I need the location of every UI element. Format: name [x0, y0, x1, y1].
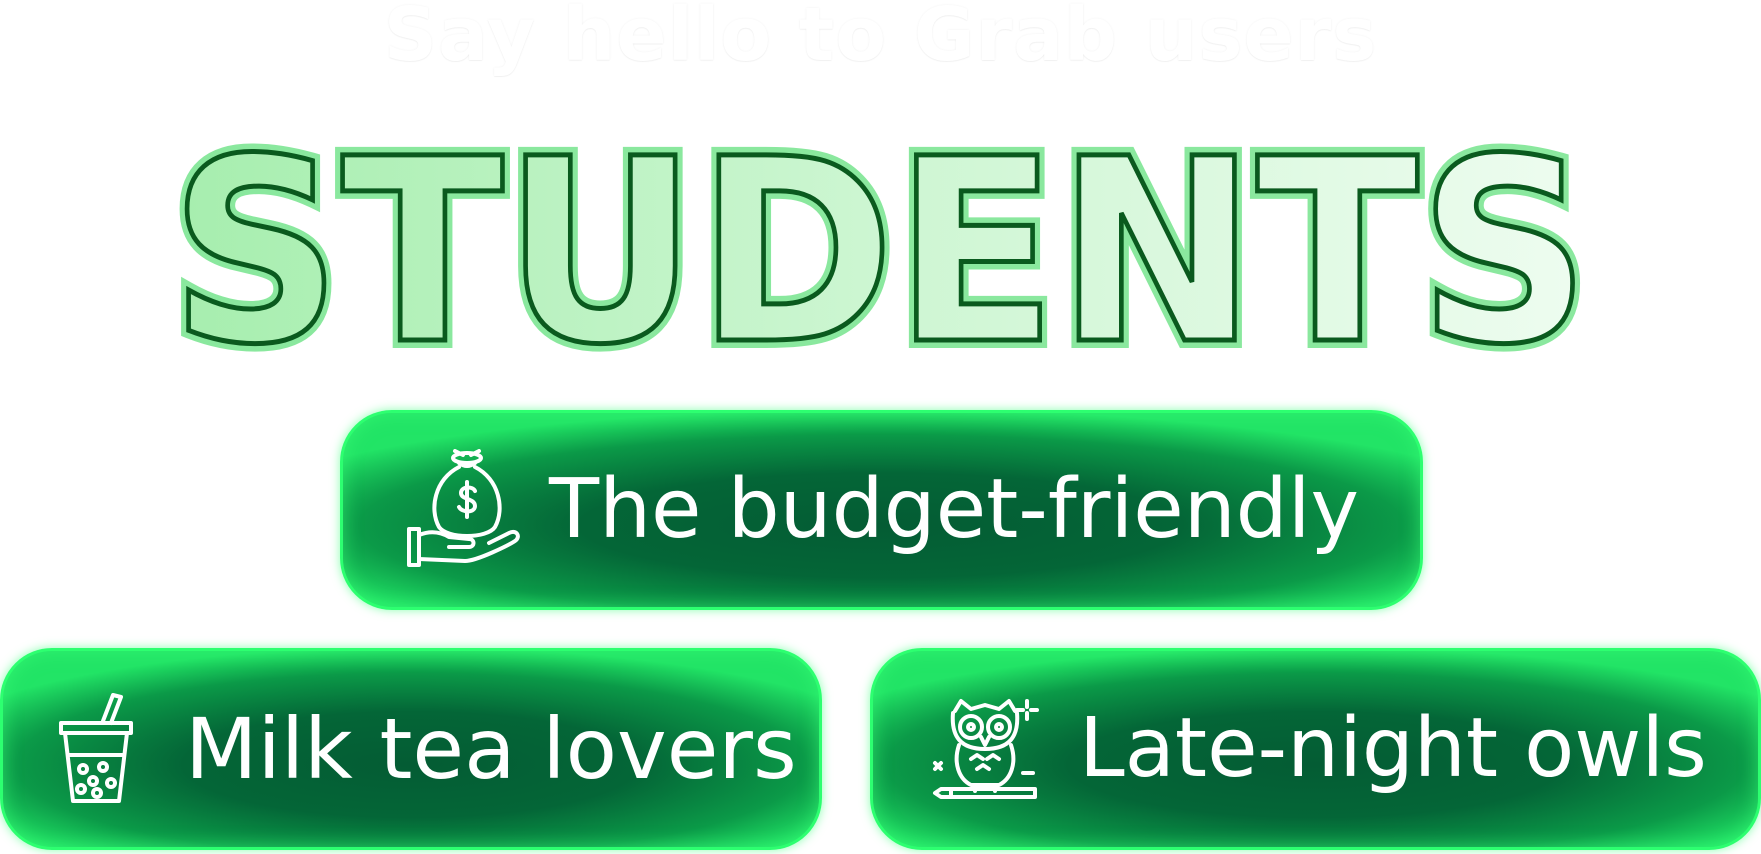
segment-budget-friendly: The budget-friendly — [340, 410, 1423, 610]
students-title: STUDENTS STUDENTS — [162, 110, 1598, 370]
segment-late-night-owls: Late-night owls — [870, 648, 1761, 850]
segment-milk-tea-lovers: Milk tea lovers — [0, 648, 822, 850]
money-bag-hand-icon — [405, 449, 527, 571]
owl-icon — [931, 697, 1039, 801]
title-text: STUDENTS — [170, 110, 1590, 370]
segment-label-owls: Late-night owls — [1079, 701, 1707, 796]
grab-students-banner: Say hello to Grab users STUDENTS STUDENT… — [0, 0, 1761, 854]
segment-label-milk-tea: Milk tea lovers — [185, 700, 797, 798]
bubble-tea-icon — [55, 693, 137, 805]
tagline: Say hello to Grab users — [383, 0, 1378, 78]
segment-label-budget: The budget-friendly — [549, 462, 1360, 557]
